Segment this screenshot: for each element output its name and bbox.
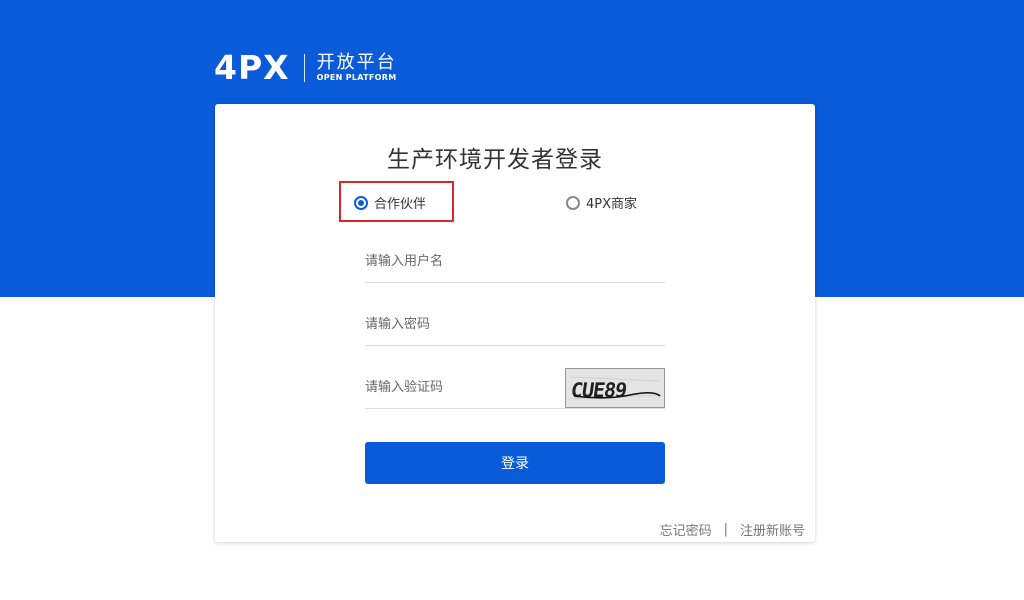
login-page: 4PX 开放平台 OPEN PLATFORM 生产环境开发者登录 合作伙伴 4P… bbox=[0, 0, 1024, 600]
captcha-input[interactable] bbox=[365, 368, 555, 406]
brand-logo: 4PX bbox=[214, 48, 290, 87]
role-label-partner: 合作伙伴 bbox=[374, 197, 427, 212]
login-button[interactable]: 登录 bbox=[365, 442, 665, 484]
brand-title-cn: 开放平台 bbox=[316, 52, 397, 73]
role-label-merchant: 4PX商家 bbox=[586, 197, 638, 212]
brand-text: 开放平台 OPEN PLATFORM bbox=[317, 53, 397, 83]
register-link[interactable]: 注册新账号 bbox=[740, 520, 805, 539]
brand-title-en: OPEN PLATFORM bbox=[316, 73, 397, 82]
footer-links: 忘记密码 | 注册新账号 bbox=[660, 520, 805, 539]
username-field bbox=[365, 242, 665, 283]
radio-unchecked-icon[interactable] bbox=[566, 195, 580, 210]
captcha-graphic: CUE89 bbox=[566, 369, 664, 407]
login-title: 生产环境开发者登录 bbox=[387, 147, 603, 173]
radio-checked-icon[interactable] bbox=[354, 195, 368, 210]
password-input[interactable] bbox=[365, 305, 555, 343]
role-radio-partner[interactable]: 合作伙伴 bbox=[354, 193, 426, 212]
captcha-field: CUE89 bbox=[365, 368, 665, 409]
role-radio-merchant[interactable]: 4PX商家 bbox=[566, 193, 637, 212]
password-field bbox=[365, 305, 665, 346]
login-card: 生产环境开发者登录 合作伙伴 4PX商家 CUE89 bbox=[215, 104, 815, 542]
forgot-password-link[interactable]: 忘记密码 bbox=[660, 520, 712, 539]
link-separator: | bbox=[723, 522, 728, 537]
username-input[interactable] bbox=[365, 242, 555, 280]
brand-divider bbox=[303, 54, 305, 82]
captcha-image[interactable]: CUE89 bbox=[565, 368, 665, 408]
brand-header: 4PX 开放平台 OPEN PLATFORM bbox=[214, 50, 397, 86]
